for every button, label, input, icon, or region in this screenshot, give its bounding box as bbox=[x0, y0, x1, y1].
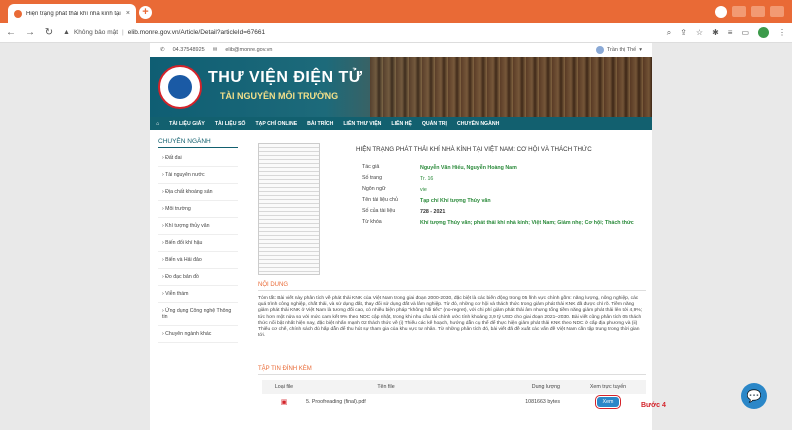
document-metadata: Tác giả Nguyễn Văn Hiếu, Nguyễn Hoàng Nam… bbox=[362, 164, 642, 230]
reading-list-icon[interactable]: ≡ bbox=[728, 28, 733, 37]
meta-row: Từ khóa Khí tượng Thủy văn; phát thải khí… bbox=[362, 219, 642, 227]
category-sidebar: CHUYÊN NGÀNH › Đất đai › Tài nguyên nước… bbox=[158, 138, 238, 343]
reload-icon[interactable]: ↻ bbox=[44, 27, 54, 38]
email-icon: ✉ bbox=[212, 47, 218, 53]
meta-row: Số của tài liệu 728 - 2021 bbox=[362, 208, 642, 216]
table-row: ▣ 5. Proofreading (final).pdf 1081663 by… bbox=[262, 394, 646, 410]
nav-item-tai-lieu-so[interactable]: TÀI LIỆU SỐ bbox=[215, 121, 246, 127]
sidebar-item[interactable]: › Ứng dụng Công nghệ Thông tin bbox=[158, 303, 238, 326]
meta-row: Ngôn ngữ vie bbox=[362, 186, 642, 194]
forward-arrow-icon[interactable]: → bbox=[25, 27, 35, 38]
site-favicon-icon bbox=[14, 9, 22, 18]
table-header: Loại file Tên file Dung lượng Xem trực t… bbox=[262, 380, 646, 394]
sidebar-item[interactable]: › Tài nguyên nước bbox=[158, 167, 238, 184]
url-field[interactable]: ▲ Không bảo mật | elib.monre.gov.vn/Arti… bbox=[63, 29, 265, 36]
chevron-down-icon: ▾ bbox=[639, 47, 642, 53]
content-heading: NỘI DUNG bbox=[258, 282, 646, 291]
split-view-icon[interactable]: ▭ bbox=[741, 28, 749, 37]
user-menu[interactable]: Trần thị Thế ▾ bbox=[595, 46, 642, 54]
user-avatar bbox=[595, 46, 604, 54]
new-tab-button[interactable]: + bbox=[139, 6, 152, 19]
nav-item-chuyen-nganh[interactable]: CHUYÊN NGÀNH bbox=[457, 121, 499, 127]
browser-tab-bar: Hiện trạng phát thải khí nhà kính tại V … bbox=[0, 0, 792, 23]
file-name[interactable]: 5. Proofreading (final).pdf bbox=[306, 399, 466, 405]
step-annotation: Bước 4 bbox=[641, 402, 666, 409]
document-title: HIỆN TRẠNG PHÁT THẢI KHÍ NHÀ KÍNH TẠI VI… bbox=[356, 146, 592, 153]
close-window-button[interactable] bbox=[770, 6, 784, 17]
tab-title: Hiện trạng phát thải khí nhà kính tại V bbox=[26, 10, 122, 17]
home-icon[interactable]: ⌂ bbox=[156, 121, 159, 127]
meta-row: Tên tài liệu chủ Tạp chí Khí tượng Thủy v… bbox=[362, 197, 642, 205]
sidebar-item[interactable]: › Môi trường bbox=[158, 201, 238, 218]
share-icon[interactable]: ⇪ bbox=[680, 28, 687, 37]
bookmark-star-icon[interactable]: ☆ bbox=[696, 28, 703, 37]
nav-item-lien-thu-vien[interactable]: LIÊN THƯ VIỆN bbox=[343, 121, 381, 127]
file-size: 1081663 bytes bbox=[525, 399, 560, 405]
nav-item-quan-tri[interactable]: QUẢN TRỊ bbox=[422, 121, 447, 127]
window-controls bbox=[715, 6, 784, 18]
sidebar-item[interactable]: › Biến đổi khí hậu bbox=[158, 235, 238, 252]
url-separator: | bbox=[122, 29, 124, 36]
maximize-button[interactable] bbox=[751, 6, 765, 17]
sidebar-item[interactable]: › Đo đạc bản đồ bbox=[158, 269, 238, 286]
browser-menu-icon[interactable]: ⋮ bbox=[778, 28, 786, 37]
attachments-table: Loại file Tên file Dung lượng Xem trực t… bbox=[262, 380, 646, 410]
document-thumbnail[interactable] bbox=[258, 143, 320, 275]
contact-bar: ✆ 04.37548925 ✉ elib@monre.gov.vn Trần t… bbox=[150, 43, 652, 57]
profile-avatar-icon[interactable] bbox=[758, 27, 769, 38]
sidebar-item[interactable]: › Đất đai bbox=[158, 150, 238, 167]
meta-pages: Tr. 16 bbox=[420, 176, 434, 182]
tab-close-icon[interactable]: × bbox=[126, 10, 130, 17]
back-arrow-icon[interactable]: ← bbox=[6, 27, 16, 38]
address-bar: ← → ↻ ▲ Không bảo mật | elib.monre.gov.v… bbox=[0, 23, 792, 43]
meta-issue: 728 - 2021 bbox=[420, 209, 446, 215]
tab-search-icon[interactable] bbox=[715, 6, 727, 18]
meta-keywords[interactable]: Khí tượng Thủy văn; phát thải khí nhà kí… bbox=[420, 219, 642, 227]
nav-item-tai-lieu-giay[interactable]: TÀI LIỆU GIẤY bbox=[169, 121, 205, 127]
site-banner: THƯ VIỆN ĐIỆN TỬ TÀI NGUYÊN MÔI TRƯỜNG bbox=[150, 57, 652, 117]
page-container: ✆ 04.37548925 ✉ elib@monre.gov.vn Trần t… bbox=[150, 43, 666, 430]
nav-item-lien-he[interactable]: LIÊN HỆ bbox=[391, 121, 411, 127]
site-subtitle: TÀI NGUYÊN MÔI TRƯỜNG bbox=[220, 91, 339, 101]
security-status-text: Không bảo mật bbox=[73, 29, 119, 36]
user-name: Trần thị Thế bbox=[606, 47, 637, 53]
email-address[interactable]: elib@monre.gov.vn bbox=[225, 47, 272, 53]
library-shelves-image bbox=[370, 57, 652, 117]
toolbar-icons: ⌕ ⇪ ☆ ✱ ≡ ▭ ⋮ bbox=[667, 27, 786, 38]
attachments-heading: TẬP TIN ĐÍNH KÈM bbox=[258, 366, 646, 375]
meta-row: Số trang Tr. 16 bbox=[362, 175, 642, 183]
extensions-icon[interactable]: ✱ bbox=[712, 28, 719, 37]
main-navigation: ⌂ TÀI LIỆU GIẤY TÀI LIỆU SỐ TẠP CHÍ ONLI… bbox=[150, 117, 652, 130]
meta-row: Tác giả Nguyễn Văn Hiếu, Nguyễn Hoàng Nam bbox=[362, 164, 642, 172]
ministry-logo[interactable] bbox=[158, 65, 202, 109]
meta-language: vie bbox=[420, 187, 427, 193]
minimize-button[interactable] bbox=[732, 6, 746, 17]
browser-tab[interactable]: Hiện trạng phát thải khí nhà kính tại V … bbox=[8, 4, 136, 23]
sidebar-item[interactable]: › Biển và Hải đảo bbox=[158, 252, 238, 269]
not-secure-warning-icon[interactable]: ▲ bbox=[63, 29, 70, 36]
view-online-button[interactable]: Xem bbox=[594, 395, 622, 409]
sidebar-title: CHUYÊN NGÀNH bbox=[158, 138, 238, 148]
nav-item-bai-trich[interactable]: BÀI TRÍCH bbox=[307, 121, 333, 127]
sidebar-item[interactable]: › Địa chất khoáng sản bbox=[158, 184, 238, 201]
sidebar-item[interactable]: › Viễn thám bbox=[158, 286, 238, 303]
sidebar-item[interactable]: › Khí tượng thủy văn bbox=[158, 218, 238, 235]
abstract-text: Tóm tắt: Bài viết này phân tích về phát … bbox=[258, 296, 643, 339]
nav-item-tap-chi-online[interactable]: TẠP CHÍ ONLINE bbox=[255, 121, 297, 127]
chat-bubble-icon[interactable]: 💬 bbox=[741, 383, 767, 409]
phone-icon: ✆ bbox=[160, 47, 165, 53]
pdf-file-icon: ▣ bbox=[280, 399, 288, 406]
zoom-icon[interactable]: ⌕ bbox=[667, 28, 671, 38]
phone-number: 04.37548925 bbox=[172, 47, 205, 53]
meta-source-journal[interactable]: Tạp chí Khí tượng Thủy văn bbox=[420, 197, 642, 205]
site-title: THƯ VIỆN ĐIỆN TỬ bbox=[208, 69, 363, 86]
meta-author[interactable]: Nguyễn Văn Hiếu, Nguyễn Hoàng Nam bbox=[420, 164, 642, 172]
url-text[interactable]: elib.monre.gov.vn/Article/Detail?article… bbox=[128, 29, 265, 36]
sidebar-item[interactable]: › Chuyên ngành khác bbox=[158, 326, 238, 343]
